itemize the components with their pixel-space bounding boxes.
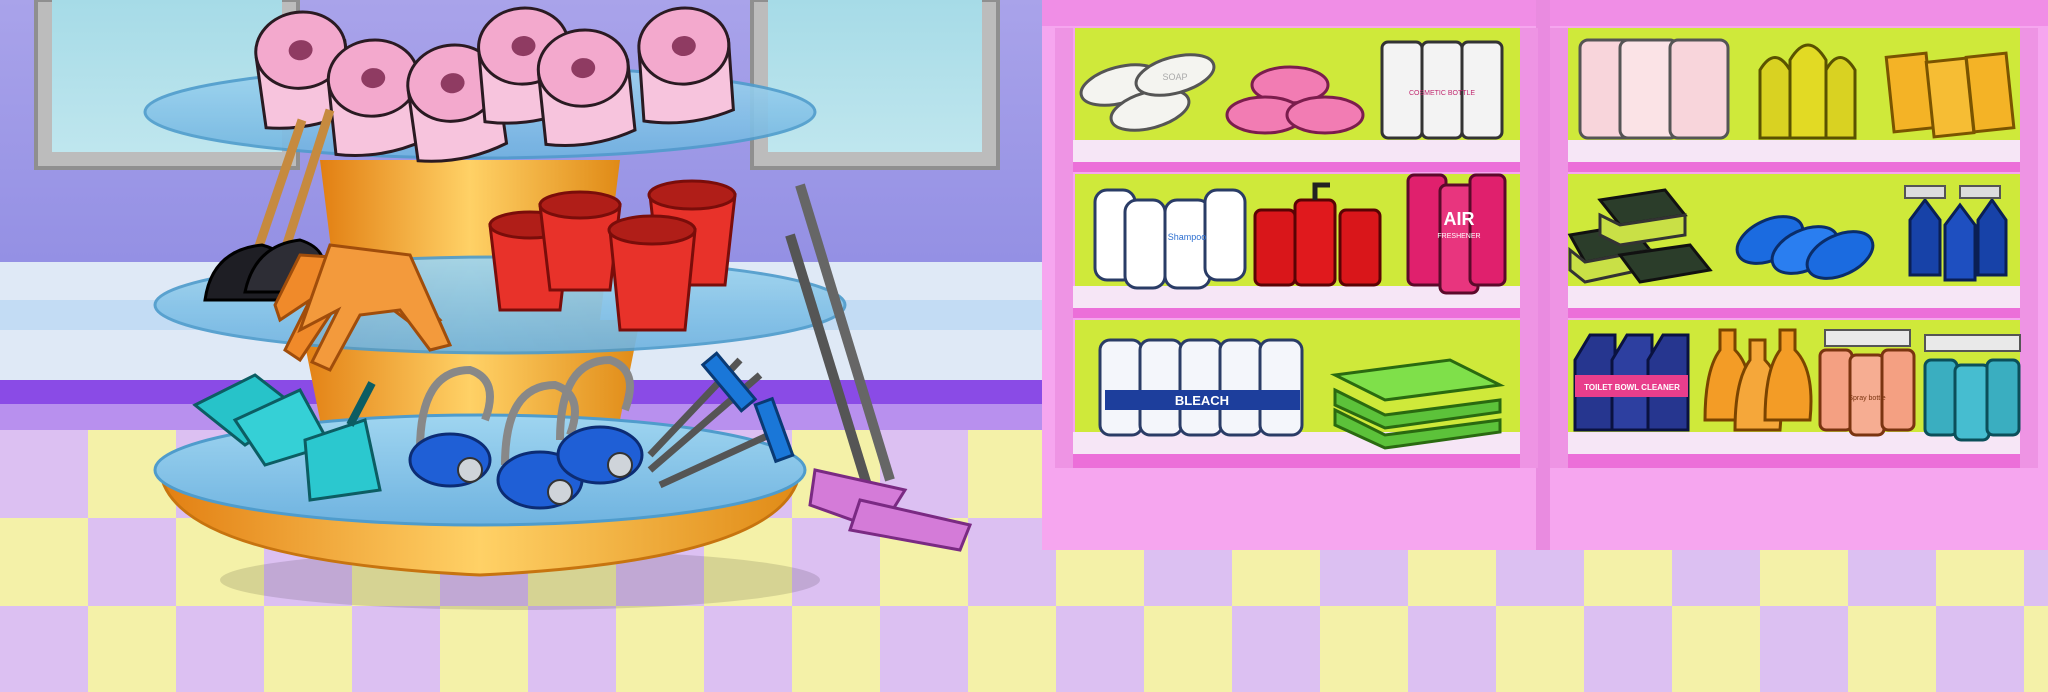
toilet-bowl-cleaner-label: TOILET BOWL CLEANER: [1584, 383, 1680, 392]
soap-label: SOAP: [1162, 72, 1187, 82]
freshener-label: FRESHENER: [1437, 233, 1480, 240]
cosmetic-bottle-label: COSMETIC BOTTLE: [1409, 90, 1475, 97]
air-freshener-cans[interactable]: AIR FRESHENER: [1406, 173, 1507, 295]
toilet-paper-roll: [536, 28, 637, 148]
orange-cleaner[interactable]: [1703, 328, 1813, 432]
dish-soap[interactable]: [1758, 43, 1857, 140]
vacuum: [556, 425, 644, 485]
spray-bottle-label: Spray bottle: [1848, 395, 1885, 402]
basket: [607, 214, 697, 332]
shampoo-bottles[interactable]: Shampoo: [1093, 188, 1247, 290]
window-right: [750, 0, 1000, 170]
teal-spray-bottles[interactable]: [1923, 334, 2021, 442]
store-scene: SOAP COSMETIC BOTTLE Shampoo AIR FRESHEN…: [0, 0, 2048, 692]
peach-spray-bottles[interactable]: Spray bottle: [1818, 329, 1916, 437]
bleach-label: BLEACH: [1175, 393, 1229, 408]
shampoo-label: Shampoo: [1168, 232, 1207, 242]
cosmetic-bottles[interactable]: COSMETIC BOTTLE: [1380, 40, 1504, 140]
yellow-sponges[interactable]: [1884, 51, 2016, 139]
air-label: AIR: [1444, 209, 1475, 229]
basket: [538, 190, 622, 292]
detergent-jugs[interactable]: [1578, 38, 1730, 140]
vacuum: [408, 432, 492, 488]
toilet-bowl-cleaner[interactable]: TOILET BOWL CLEANER: [1573, 333, 1690, 432]
bleach-bottles[interactable]: BLEACH: [1098, 338, 1304, 437]
toilet-paper-roll: [637, 6, 735, 125]
